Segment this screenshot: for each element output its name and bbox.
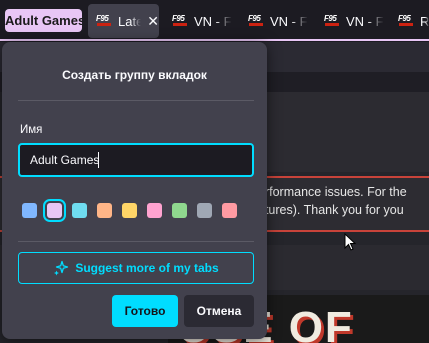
sparkle-icon <box>54 260 69 276</box>
tab-title: R <box>420 13 429 29</box>
tab-title: VN - F <box>346 13 384 29</box>
page-content-block <box>260 92 429 172</box>
suggest-tabs-button[interactable]: Suggest more of my tabs <box>18 252 254 284</box>
suggest-tabs-label: Suggest more of my tabs <box>75 261 219 275</box>
mouse-cursor-icon <box>344 233 356 251</box>
done-button[interactable]: Готово <box>112 295 178 327</box>
tab-strip: Adult Games F95 Late ✕ F95 VN - F F95 VN… <box>0 0 429 42</box>
color-swatch[interactable] <box>197 203 212 218</box>
color-swatch[interactable] <box>122 203 137 218</box>
close-tab-icon[interactable]: ✕ <box>147 13 159 30</box>
notice-line-2: atures). Thank you for you <box>258 203 404 217</box>
tab-vn-1[interactable]: F95 VN - F <box>164 4 236 38</box>
name-label: Имя <box>20 124 43 136</box>
f95-favicon-icon: F95 <box>398 15 416 27</box>
color-swatch[interactable] <box>172 203 187 218</box>
cancel-button[interactable]: Отмена <box>184 295 254 327</box>
color-swatch[interactable] <box>72 203 87 218</box>
tab-vn-2[interactable]: F95 VN - F <box>240 4 312 38</box>
tab-title: VN - F <box>270 13 308 29</box>
panel-title: Создать группу вкладок <box>62 68 207 82</box>
f95-favicon-icon: F95 <box>172 15 190 27</box>
create-tab-group-panel: Создать группу вкладок Имя Suggest more … <box>2 42 267 339</box>
f95-favicon-icon: F95 <box>324 15 342 27</box>
f95-favicon-icon: F95 <box>248 15 266 27</box>
divider <box>18 100 254 101</box>
notice-line-1: erformance issues. For the <box>258 185 407 199</box>
color-swatch[interactable] <box>97 203 112 218</box>
tab-vn-3[interactable]: F95 VN - F <box>316 4 388 38</box>
text-caret <box>98 152 99 168</box>
tab-title: Late <box>118 13 142 29</box>
color-swatch[interactable] <box>222 203 237 218</box>
divider <box>18 241 254 242</box>
tab-group-label[interactable]: Adult Games <box>5 9 82 32</box>
group-name-input[interactable] <box>18 143 254 177</box>
tab-title: VN - F <box>194 13 232 29</box>
color-swatch[interactable] <box>43 199 66 222</box>
tab-group-underline <box>0 39 429 41</box>
color-swatch[interactable] <box>147 203 162 218</box>
color-swatch[interactable] <box>22 203 37 218</box>
tab-r[interactable]: F95 R <box>390 4 429 38</box>
f95-favicon-icon: F95 <box>96 15 114 27</box>
tab-active[interactable]: F95 Late ✕ <box>88 4 159 38</box>
